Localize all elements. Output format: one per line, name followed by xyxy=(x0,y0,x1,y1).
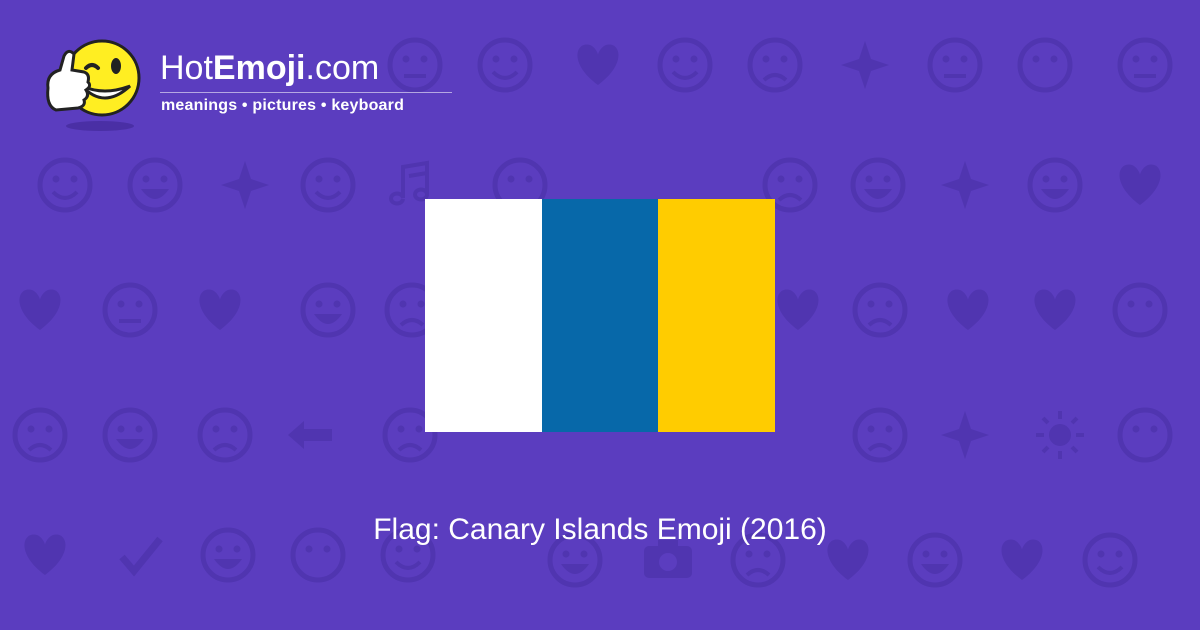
site-name: HotEmoji.com xyxy=(160,49,380,87)
thumbs-up-wink-icon xyxy=(46,39,141,131)
flag-stripe-yellow xyxy=(658,199,776,432)
site-tagline: meanings • pictures • keyboard xyxy=(161,97,405,114)
flag-stripe-blue xyxy=(541,199,659,432)
site-logo[interactable]: HotEmoji.com meanings • pictures • keybo… xyxy=(38,34,478,134)
brand-divider xyxy=(160,92,452,93)
canary-islands-flag-emoji xyxy=(425,199,776,432)
flag-stripe-white xyxy=(425,199,542,432)
emoji-title-caption: Flag: Canary Islands Emoji (2016) xyxy=(373,513,827,546)
